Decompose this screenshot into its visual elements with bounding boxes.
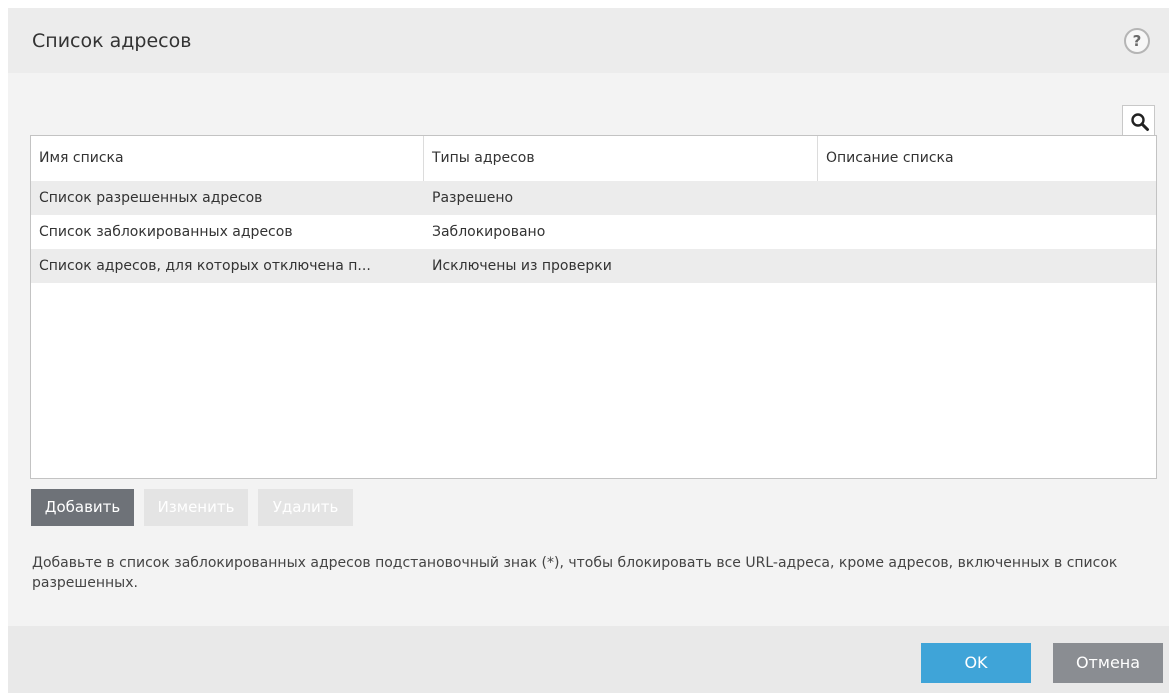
dialog-title: Список адресов [32,30,192,52]
address-list-dialog: Список адресов ? Имя списка Типы адресов… [8,8,1169,693]
dialog-footer: OK Отмена [8,626,1169,693]
dialog-header: Список адресов ? [8,8,1169,73]
cell-list-name: Список адресов, для которых отключена п.… [39,258,371,274]
dialog-content: Имя списка Типы адресов Описание списка … [8,73,1169,626]
table-row[interactable]: Список адресов, для которых отключена п.… [31,249,1156,283]
table-header: Имя списка Типы адресов Описание списка [31,136,1156,181]
ok-button[interactable]: OK [921,643,1031,683]
table-row[interactable]: Список разрешенных адресов Разрешено [31,181,1156,215]
column-header-list-name[interactable]: Имя списка [31,136,424,181]
search-icon [1131,113,1149,131]
delete-button[interactable]: Удалить [258,489,353,526]
search-button[interactable] [1122,105,1155,136]
cell-description [818,249,1156,283]
cell-address-type: Разрешено [432,190,514,206]
cancel-button[interactable]: Отмена [1053,643,1163,683]
table-row[interactable]: Список заблокированных адресов Заблокиро… [31,215,1156,249]
cell-list-name: Список разрешенных адресов [39,190,263,206]
cell-address-type: Заблокировано [432,224,546,240]
address-lists-table: Имя списка Типы адресов Описание списка … [30,135,1157,479]
column-header-address-types[interactable]: Типы адресов [424,136,818,181]
edit-button[interactable]: Изменить [144,489,248,526]
column-header-list-description[interactable]: Описание списка [818,136,1156,181]
help-icon[interactable]: ? [1124,28,1150,54]
hint-text: Добавьте в список заблокированных адресо… [32,555,1118,591]
cell-address-type: Исключены из проверки [432,258,612,274]
cell-description [818,215,1156,249]
add-button[interactable]: Добавить [31,489,134,526]
cell-list-name: Список заблокированных адресов [39,224,293,240]
cell-description [818,181,1156,215]
